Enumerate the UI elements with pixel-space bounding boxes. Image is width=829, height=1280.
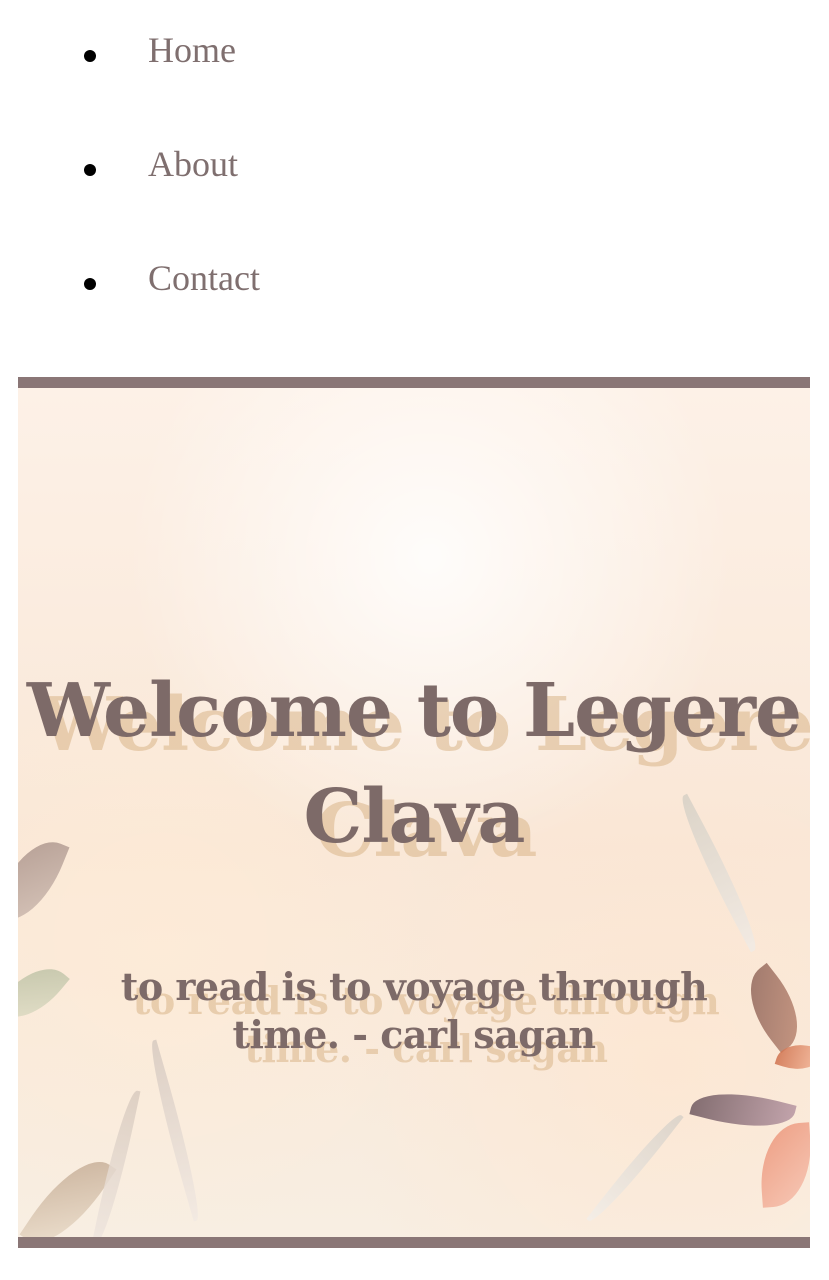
left-leaf-icon: [142, 1039, 208, 1222]
bullet-icon: [84, 50, 96, 62]
left-leaf-icon: [18, 953, 70, 1033]
right-leaf-icon: [757, 1122, 810, 1208]
bullet-icon: [84, 164, 96, 176]
hero-title: Welcome to Legere Clava: [26, 668, 802, 860]
nav-item-about: About: [0, 134, 829, 204]
nav-link-about[interactable]: About: [148, 146, 238, 182]
nav-item-contact: Contact: [0, 248, 829, 318]
nav-item-home: Home: [0, 20, 829, 90]
bullet-icon: [84, 278, 96, 290]
right-leaf-icon: [586, 1108, 684, 1228]
hero-banner: Welcome to Legere Clava to read is to vo…: [18, 377, 810, 1248]
hero-quote: to read is to voyage through time. - car…: [120, 964, 708, 1057]
nav-link-contact[interactable]: Contact: [148, 260, 260, 296]
nav-link-home[interactable]: Home: [148, 32, 236, 68]
main-navigation: Home About Contact: [0, 0, 829, 377]
